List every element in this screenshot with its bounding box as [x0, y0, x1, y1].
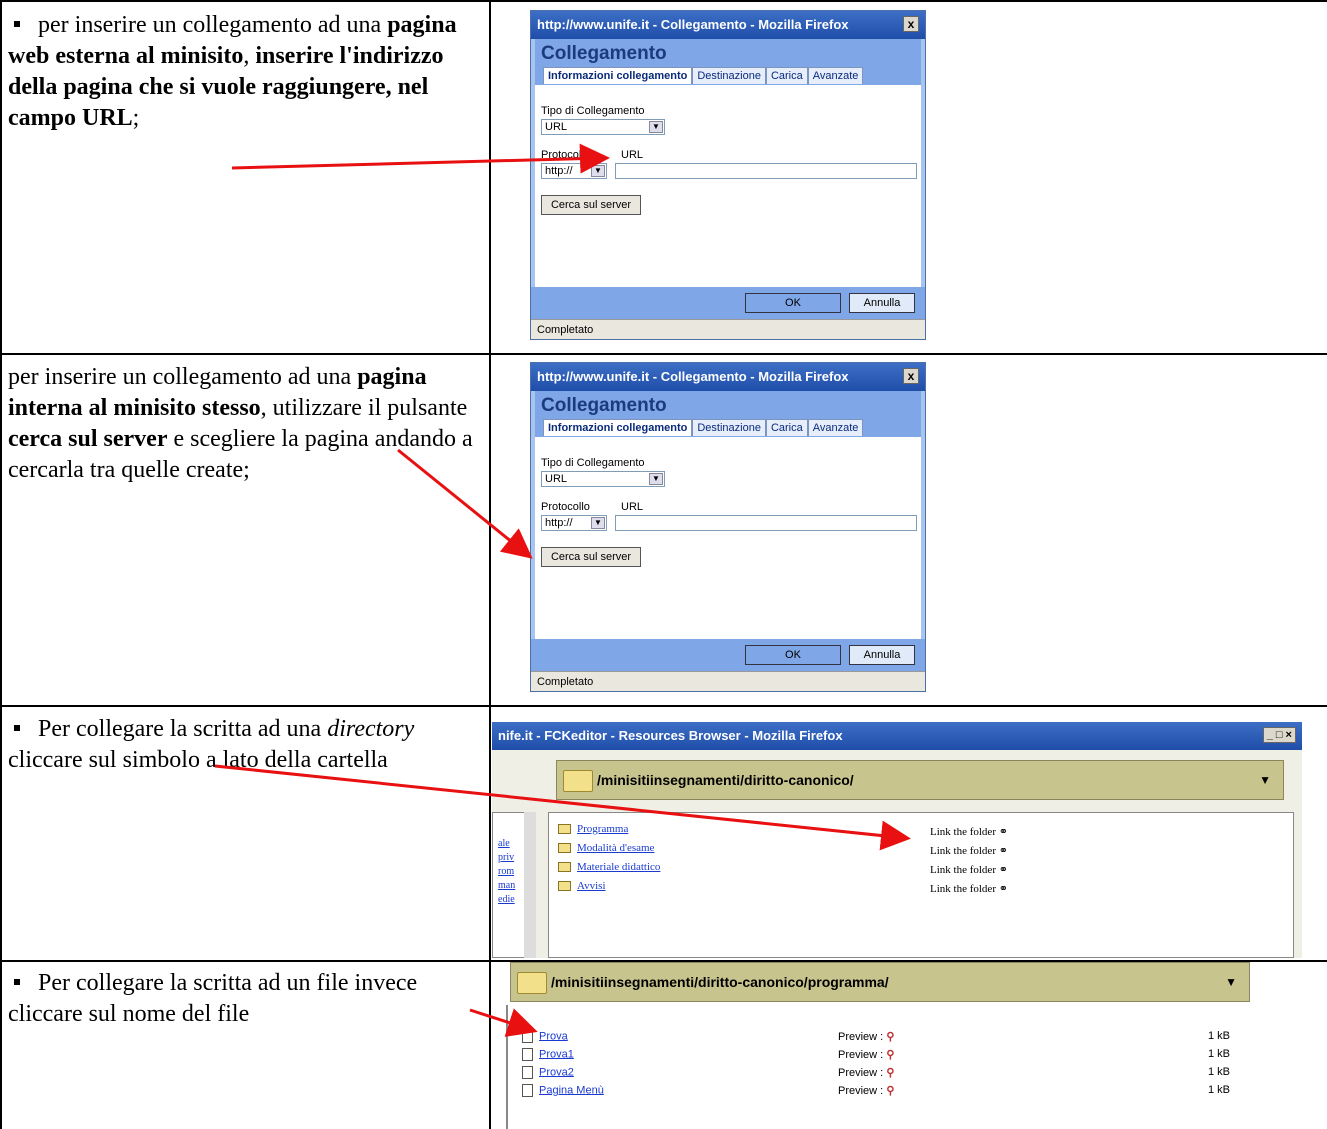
arrow-to-file-name [469, 1008, 538, 1037]
arrow-to-search-button [397, 448, 533, 559]
arrow-to-link-folder [214, 764, 911, 851]
arrow-to-url-field [231, 143, 610, 174]
annotation-arrows [214, 143, 911, 1037]
